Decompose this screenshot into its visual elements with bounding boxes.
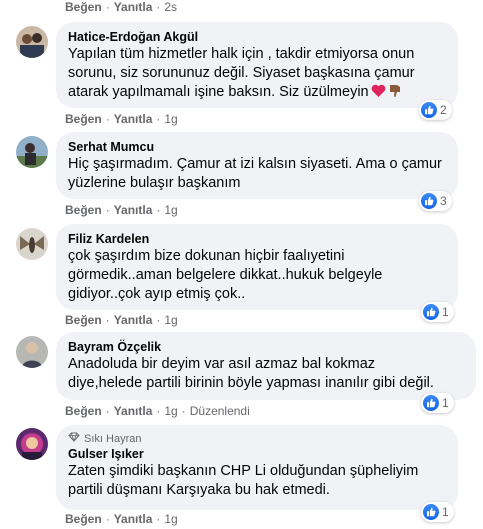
like-icon [421, 193, 437, 209]
reply-link[interactable]: Yanıtla [114, 112, 153, 126]
like-icon [423, 504, 439, 520]
red-heart-emoji [371, 84, 386, 104]
like-link[interactable]: Beğen [65, 0, 102, 14]
like-icon [423, 395, 439, 411]
avatar[interactable] [16, 428, 48, 460]
top-fan-badge[interactable]: Sıkı Hayran [68, 432, 446, 446]
like-icon [421, 102, 437, 118]
avatar[interactable] [16, 26, 48, 58]
reply-link[interactable]: Yanıtla [114, 404, 153, 418]
comment-text: Yapılan tüm hizmetler halk için , takdir… [68, 46, 415, 100]
like-link[interactable]: Beğen [65, 404, 102, 418]
reaction-count[interactable]: 2 [419, 100, 452, 120]
comment-text: Zaten şimdiki başkanın CHP Li olduğundan… [68, 463, 419, 498]
like-icon [423, 304, 439, 320]
comment-time[interactable]: 1g [164, 512, 177, 526]
reply-link[interactable]: Yanıtla [114, 203, 153, 217]
like-link[interactable]: Beğen [65, 112, 102, 126]
comment-text: çok şaşırdım bize dokunan hiçbir faalıye… [68, 248, 383, 302]
reaction-count-value: 3 [440, 194, 447, 208]
comment-actions: Beğen · Yanıtla · 1g [65, 203, 178, 217]
thumbs-down-emoji [388, 83, 403, 104]
comment-time[interactable]: 1g [164, 203, 177, 217]
comment-actions: Beğen · Yanıtla · 1g [65, 512, 178, 526]
comment-author[interactable]: Serhat Mumcu [68, 139, 446, 155]
reaction-count-value: 1 [442, 396, 449, 410]
reply-link[interactable]: Yanıtla [114, 0, 153, 14]
avatar[interactable] [16, 336, 48, 368]
edited-label[interactable]: Düzenlendi [190, 404, 250, 418]
comment-author[interactable]: Gulser Işıker [68, 446, 446, 462]
comment-time[interactable]: 1g [164, 112, 177, 126]
comment-time[interactable]: 1g [164, 313, 177, 327]
comment-bubble: Filiz Kardelen çok şaşırdım bize dokunan… [56, 224, 458, 310]
avatar[interactable] [16, 228, 48, 260]
comment-time[interactable]: 1g [164, 404, 177, 418]
reaction-count[interactable]: 1 [421, 502, 454, 522]
comment-bubble: Sıkı Hayran Gulser Işıker Zaten şimdiki … [56, 425, 458, 510]
comment-author[interactable]: Hatice-Erdoğan Akgül [68, 29, 446, 45]
comment-text: Anadoluda bir deyim var asıl azmaz bal k… [68, 356, 434, 391]
comment-time[interactable]: 2s [164, 0, 177, 14]
comment-actions: Beğen · Yanıtla · 1g [65, 313, 178, 327]
comment-actions: Beğen · Yanıtla · 1g · Düzenlendi [65, 404, 250, 418]
diamond-icon [68, 432, 80, 446]
comment-actions-top: Beğen · Yanıtla · 2s [65, 0, 178, 14]
reaction-count-value: 1 [442, 505, 449, 519]
reaction-count[interactable]: 1 [421, 393, 454, 413]
like-link[interactable]: Beğen [65, 512, 102, 526]
comment-bubble: Hatice-Erdoğan Akgül Yapılan tüm hizmetl… [56, 22, 458, 108]
like-link[interactable]: Beğen [65, 313, 102, 327]
reaction-count[interactable]: 3 [419, 191, 452, 211]
comment-actions: Beğen · Yanıtla · 1g [65, 112, 178, 126]
reaction-count-value: 1 [442, 305, 449, 319]
comment-bubble: Bayram Özçelik Anadoluda bir deyim var a… [56, 332, 476, 400]
reply-link[interactable]: Yanıtla [114, 313, 153, 327]
reaction-count-value: 2 [440, 103, 447, 117]
avatar[interactable] [16, 136, 48, 168]
fan-badge-label: Sıkı Hayran [84, 433, 142, 445]
reaction-count[interactable]: 1 [421, 302, 454, 322]
comment-bubble: Serhat Mumcu Hiç şaşırmadım. Çamur at iz… [56, 132, 458, 199]
comment-author[interactable]: Filiz Kardelen [68, 231, 446, 247]
comment-author[interactable]: Bayram Özçelik [68, 339, 464, 355]
reply-link[interactable]: Yanıtla [114, 512, 153, 526]
like-link[interactable]: Beğen [65, 203, 102, 217]
comment-text: Hiç şaşırmadım. Çamur at izi kalsın siya… [68, 156, 442, 191]
